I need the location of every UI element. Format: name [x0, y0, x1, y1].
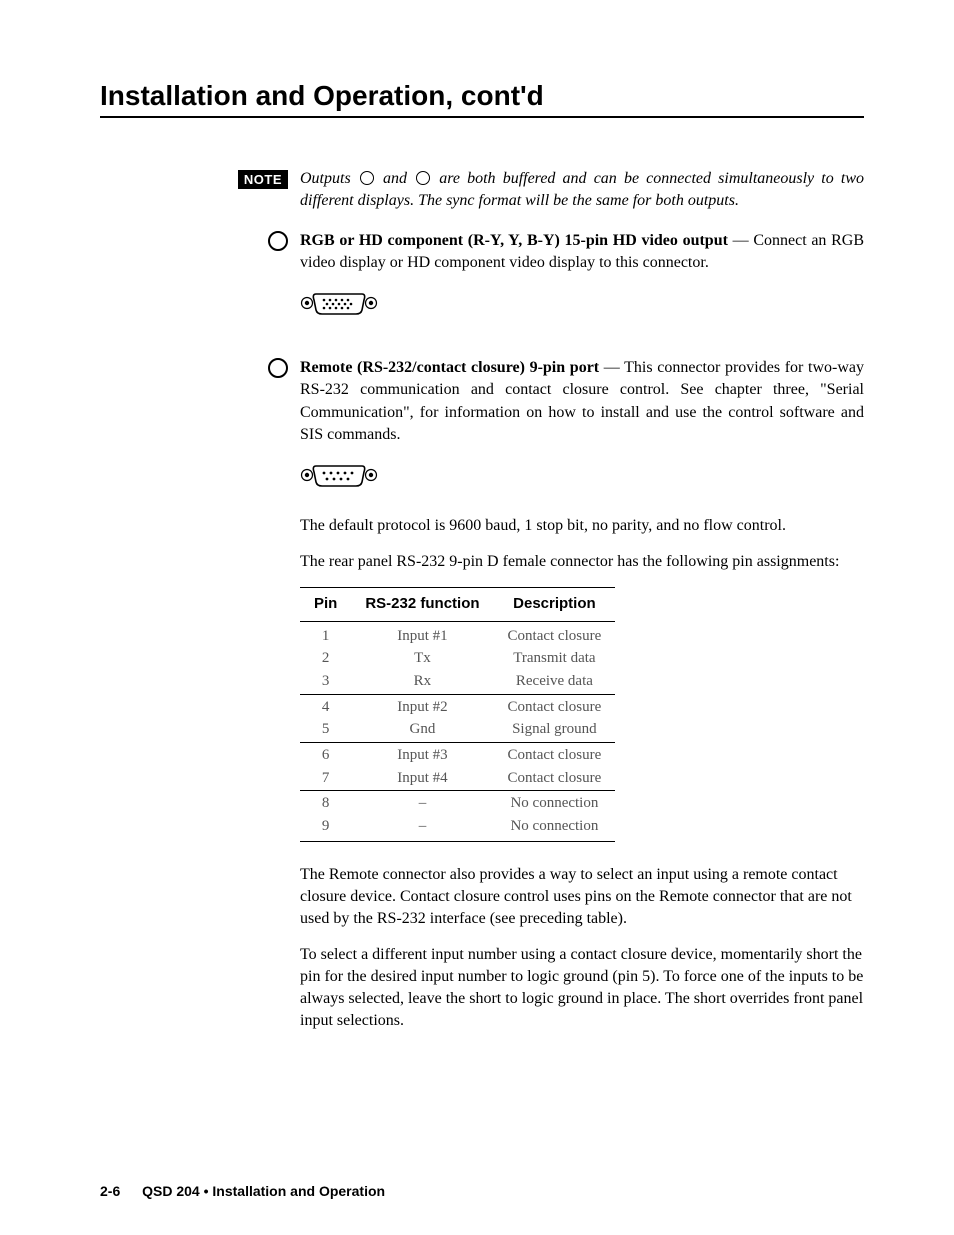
table-row: 4Input #2Contact closure: [300, 694, 615, 718]
table-cell-desc: Receive data: [494, 670, 616, 694]
table-cell-pin: 6: [300, 743, 351, 767]
table-cell-desc: Contact closure: [494, 694, 616, 718]
circle-icon: [416, 171, 430, 185]
connector-9pin-icon: [300, 460, 864, 497]
table-row: 1Input #1Contact closure: [300, 621, 615, 647]
table-cell-pin: 1: [300, 621, 351, 647]
section2-title: Remote (RS-232/contact closure) 9-pin po…: [300, 359, 599, 376]
para-pin-assign: The rear panel RS-232 9-pin D female con…: [300, 551, 864, 573]
table-row: 9–No connection: [300, 815, 615, 841]
section2-dash: —: [599, 359, 624, 376]
table-cell-func: Input #3: [351, 743, 493, 767]
table-cell-pin: 7: [300, 767, 351, 791]
table-cell-desc: Transmit data: [494, 647, 616, 670]
table-row: 7Input #4Contact closure: [300, 767, 615, 791]
section-rgb-output: RGB or HD component (R-Y, Y, B-Y) 15-pin…: [100, 230, 864, 343]
note-row: NOTE Outputs and are both buffered and c…: [100, 168, 864, 212]
table-cell-func: Rx: [351, 670, 493, 694]
note-text: Outputs and are both buffered and can be…: [300, 168, 864, 212]
section2-text: Remote (RS-232/contact closure) 9-pin po…: [300, 357, 864, 445]
table-cell-desc: Contact closure: [494, 743, 616, 767]
table-cell-func: Tx: [351, 647, 493, 670]
table-cell-func: Input #4: [351, 767, 493, 791]
table-header-pin: Pin: [300, 587, 351, 621]
table-cell-func: Input #2: [351, 694, 493, 718]
bullet-circle-icon: [268, 231, 288, 251]
table-cell-desc: Contact closure: [494, 621, 616, 647]
note-text-mid: and: [376, 170, 414, 187]
table-row: 8–No connection: [300, 791, 615, 815]
table-cell-pin: 3: [300, 670, 351, 694]
section1-text: RGB or HD component (R-Y, Y, B-Y) 15-pin…: [300, 230, 864, 274]
section1-dash: —: [728, 232, 753, 249]
page-number: 2-6: [100, 1183, 120, 1199]
circle-icon: [360, 171, 374, 185]
para-remote-connector: The Remote connector also provides a way…: [300, 864, 864, 930]
table-row: 5GndSignal ground: [300, 718, 615, 742]
note-text-pre: Outputs: [300, 170, 358, 187]
page-title: Installation and Operation, cont'd: [100, 80, 864, 118]
table-cell-func: Input #1: [351, 621, 493, 647]
table-cell-pin: 5: [300, 718, 351, 742]
table-row: 2TxTransmit data: [300, 647, 615, 670]
table-cell-pin: 4: [300, 694, 351, 718]
para-select-input: To select a different input number using…: [300, 944, 864, 1032]
para-default-protocol: The default protocol is 9600 baud, 1 sto…: [300, 515, 864, 537]
table-row: 3RxReceive data: [300, 670, 615, 694]
footer-title: QSD 204 • Installation and Operation: [142, 1183, 385, 1199]
table-cell-func: –: [351, 815, 493, 841]
pin-table: Pin RS-232 function Description 1Input #…: [300, 587, 615, 842]
table-cell-desc: Contact closure: [494, 767, 616, 791]
table-cell-func: –: [351, 791, 493, 815]
table-header-func: RS-232 function: [351, 587, 493, 621]
table-cell-func: Gnd: [351, 718, 493, 742]
section1-title: RGB or HD component (R-Y, Y, B-Y) 15-pin…: [300, 232, 728, 249]
table-cell-desc: No connection: [494, 815, 616, 841]
table-header-desc: Description: [494, 587, 616, 621]
table-cell-desc: Signal ground: [494, 718, 616, 742]
note-badge: NOTE: [238, 170, 288, 189]
table-cell-pin: 2: [300, 647, 351, 670]
table-cell-pin: 9: [300, 815, 351, 841]
table-row: 6Input #3Contact closure: [300, 743, 615, 767]
connector-15pin-icon: [300, 288, 864, 325]
table-cell-pin: 8: [300, 791, 351, 815]
section-remote-port: Remote (RS-232/contact closure) 9-pin po…: [100, 357, 864, 1046]
bullet-circle-icon: [268, 358, 288, 378]
document-page: Installation and Operation, cont'd NOTE …: [0, 0, 954, 1235]
footer: 2-6 QSD 204 • Installation and Operation: [100, 1183, 385, 1199]
table-cell-desc: No connection: [494, 791, 616, 815]
